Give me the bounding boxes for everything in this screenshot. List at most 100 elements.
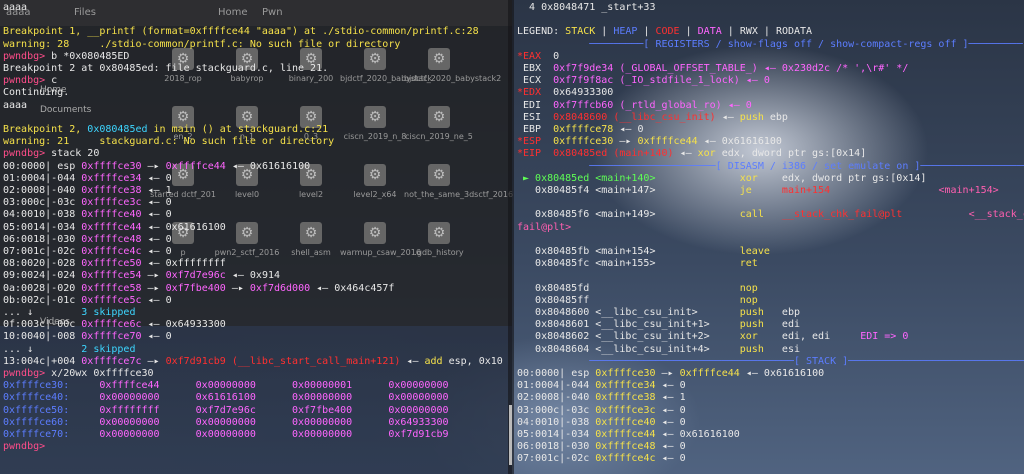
terminal-text: 0xffffce58: [81, 282, 142, 294]
terminal-text: edi, edi: [781, 331, 831, 343]
terminal-text: 0xffffce70: [81, 331, 142, 343]
terminal-text: ─────────[ REGISTERS / show-flags off / …: [517, 38, 1023, 50]
terminal-text: 0xf7fbe400: [165, 282, 226, 294]
terminal-text: 02:0008: [3, 185, 46, 196]
terminal-text: |: [637, 26, 656, 38]
terminal-text: ◂—: [141, 331, 166, 343]
terminal-text: ebp: [769, 111, 788, 123]
terminal-text: nop: [739, 282, 758, 294]
terminal-text: 0: [679, 453, 686, 465]
terminal-text: RODATA: [775, 26, 813, 38]
terminal-line: 05:0014|-034 0xffffce44 ◂— 0x61616100: [517, 429, 740, 441]
terminal-text: ◂—: [141, 221, 166, 233]
terminal-text: edx, dword ptr gs:[0x14]: [781, 172, 927, 184]
terminal-line: pwndbg> c: [3, 75, 57, 87]
terminal-line: 0x8048604 <__libc_csu_init+4> push esi: [517, 344, 800, 356]
terminal-line: pwndbg> stack 20: [3, 148, 99, 160]
terminal-text: 0xffffce3c: [81, 197, 142, 209]
terminal-text: ◂—: [310, 282, 335, 294]
terminal-text: 13:004c: [3, 355, 46, 367]
terminal-line: Continuing.: [3, 87, 69, 99]
terminal-line: ECX 0xf7f9f8ac (_IO_stdfile_1_lock) ◂— 0: [517, 75, 770, 87]
terminal-text: 0xffffce44: [637, 136, 698, 148]
terminal-text: 0xffffce3c: [595, 404, 656, 416]
terminal-line: ─────────[ REGISTERS / show-flags off / …: [517, 39, 1023, 51]
terminal-text: ◂—: [655, 380, 680, 392]
terminal-text: |-01c: [45, 294, 82, 306]
terminal-text: ◂—: [225, 160, 250, 172]
terminal-text: *EDX: [517, 87, 554, 99]
terminal-line: 0x80485fc <main+155> ret: [517, 258, 758, 270]
terminal-text: ◂—: [141, 172, 166, 184]
terminal-text: 0xffffce44: [679, 368, 740, 379]
terminal-text: *EIP: [517, 148, 554, 160]
terminal-text: ◂—: [141, 319, 166, 331]
terminal-text: 06:0018: [3, 233, 46, 245]
terminal-text: |: [595, 26, 614, 38]
terminal-text: |-034: [559, 429, 596, 440]
terminal-text: 0xffffce34: [81, 172, 142, 184]
terminal-text: 0xffffce30: [81, 160, 142, 172]
terminal-text: |-038: [559, 416, 596, 428]
terminal-line: 0x8048600 <__libc_csu_init> push ebp: [517, 307, 800, 319]
terminal-text: 0: [165, 172, 172, 184]
terminal-text: ◂—: [655, 441, 680, 453]
left-terminal[interactable]: aaaa Breakpoint 1, __printf (format=0xfff…: [0, 0, 508, 474]
terminal-text: 0: [679, 404, 686, 416]
terminal-line: ──────────────────────────────────[ STAC…: [517, 356, 1024, 368]
terminal-text: ◂—: [141, 294, 166, 306]
terminal-text: 0x80485fd: [517, 282, 740, 294]
terminal-text: push: [739, 343, 782, 355]
terminal-text: push: [739, 307, 782, 318]
terminal-text: 03:000c: [517, 404, 560, 416]
terminal-line: aaaa: [3, 100, 27, 112]
terminal-line: warning: 21 stackguard.c: No such file o…: [3, 136, 334, 148]
terminal-line: 00:0000| esp 0xffffce30 —▸ 0xffffce44 ◂—…: [3, 161, 310, 173]
terminal-text: 05:0014: [3, 221, 46, 233]
terminal-text: 0xffffce30: [595, 368, 656, 379]
terminal-text: 0x61616100: [763, 368, 825, 379]
terminal-text: 1: [679, 392, 686, 404]
terminal-line: 0xffffce70: 0x00000000 0x00000000 0x0000…: [3, 429, 449, 441]
terminal-line: 13:004c|+004 0xffffce7c —▸ 0xf7d91cb9 (_…: [3, 356, 503, 368]
terminal-text: |-044: [559, 380, 596, 392]
terminal-text: —▸: [141, 270, 166, 282]
terminal-line: 0xffffce40: 0x00000000 0x61616100 0x0000…: [3, 392, 449, 404]
right-terminal[interactable]: 4 0x8048471 _start+33 LEGEND: STACK | HEA…: [514, 0, 1024, 474]
terminal-text: pwndbg>: [3, 50, 52, 62]
terminal-text: |-020: [45, 282, 82, 294]
terminal-text: 0xffffce50:: [3, 404, 70, 416]
terminal-text: 0x00000000 0x00000000 0x00000000 0x64933…: [69, 416, 449, 428]
terminal-text: 0xf7f9de34 (_GLOBAL_OFFSET_TABLE_) ◂— 0x…: [553, 63, 909, 74]
terminal-text: 0xf7ffcb60 (_rtld_global_ro) ◂— 0: [553, 99, 752, 111]
terminal-text: ◂—: [141, 246, 166, 257]
terminal-text: —▸: [225, 282, 250, 294]
terminal-text: ◂—: [141, 233, 166, 245]
terminal-line: pwndbg> b *0x080485ED: [3, 51, 129, 63]
left-terminal-scrollbar[interactable]: [509, 405, 512, 465]
terminal-text: |-024: [45, 270, 82, 282]
terminal-text: 0: [679, 380, 686, 392]
terminal-text: 01:0004: [517, 380, 560, 392]
terminal-text: ret: [739, 258, 758, 270]
terminal-text: ◂—: [141, 185, 166, 196]
terminal-line: ESI 0x8048600 (__libc_csu_init) ◂— push …: [517, 112, 788, 124]
terminal-text: 0x080485ed: [87, 124, 148, 135]
terminal-text: 0xffffce5c: [81, 294, 142, 306]
terminal-line: EBX 0xf7f9de34 (_GLOBAL_OFFSET_TABLE_) ◂…: [517, 63, 908, 75]
terminal-text: main+154: [781, 185, 831, 196]
terminal-text: |+004: [45, 355, 82, 367]
terminal-text: |: [559, 368, 572, 379]
terminal-text: 0: [165, 197, 172, 209]
terminal-text: warning: 21 stackguard.c: No such file o…: [3, 136, 335, 148]
terminal-line: 02:0008|-040 0xffffce38 ◂— 1: [517, 392, 686, 404]
terminal-line: 0xffffce50: 0xffffffff 0xf7d7e96c 0xf7fb…: [3, 405, 449, 417]
terminal-text: 0xffffce40: [81, 209, 142, 221]
terminal-line: 08:0020|-028 0xffffce50 ◂— 0xffffffff: [3, 258, 226, 270]
terminal-text: 0x80485ff: [517, 294, 740, 306]
terminal-text: ◂—: [655, 429, 680, 440]
terminal-text: 06:0018: [517, 441, 560, 453]
terminal-text: EDI: [517, 99, 554, 111]
terminal-text: esi: [781, 343, 800, 355]
terminal-text: 0xffffce40:: [3, 392, 70, 404]
